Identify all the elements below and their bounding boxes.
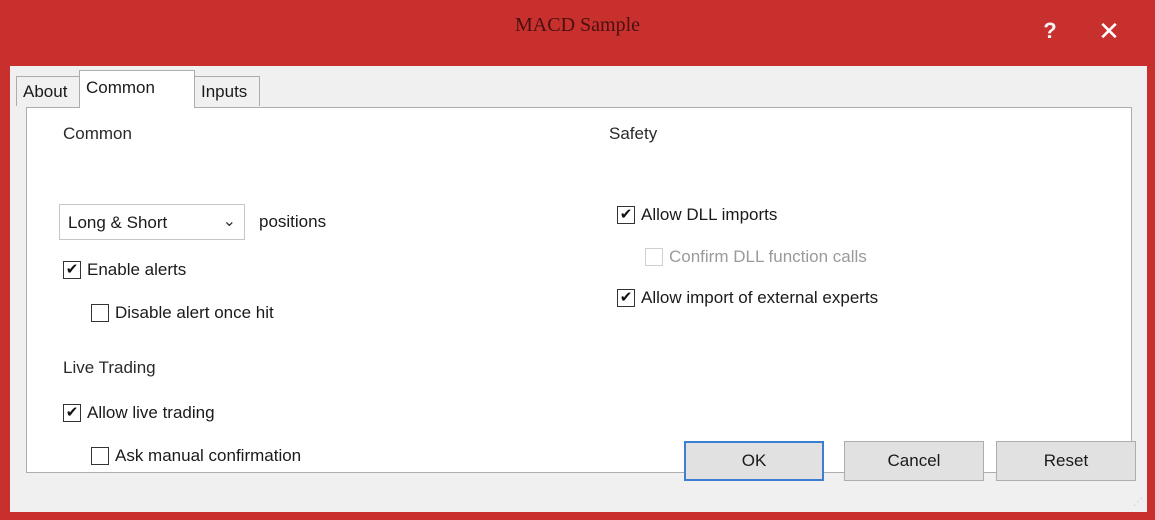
positions-label: positions (259, 212, 327, 231)
chevron-down-icon: ⌄ (222, 213, 236, 230)
title-bar[interactable]: MACD Sample ? ✕ (0, 0, 1155, 66)
window-title: MACD Sample (515, 14, 640, 36)
tab-common[interactable]: Common (79, 70, 195, 108)
checkmark-icon: ✔ (617, 206, 635, 224)
checkmark-icon: ✔ (617, 289, 635, 307)
tab-inputs[interactable]: Inputs (194, 76, 260, 106)
allow-import-external-experts-label: Allow import of external experts (641, 288, 879, 307)
checkmark-icon: ✔ (63, 404, 81, 422)
common-heading: Common (63, 124, 132, 143)
help-button[interactable]: ? (1030, 16, 1070, 50)
ok-button[interactable]: OK (684, 441, 824, 481)
positions-select[interactable]: Long & Short ⌄ (59, 204, 245, 240)
checkbox-empty-icon (645, 248, 663, 266)
checkmark-icon: ✔ (63, 261, 81, 279)
live-trading-heading: Live Trading (63, 358, 156, 377)
enable-alerts-label: Enable alerts (87, 260, 187, 279)
tab-about[interactable]: About (16, 76, 80, 106)
reset-button[interactable]: Reset (996, 441, 1136, 481)
close-button[interactable]: ✕ (1084, 14, 1134, 50)
checkbox-empty-icon (91, 304, 109, 322)
dialog-window: MACD Sample ? ✕ About Common Inputs Comm… (0, 0, 1155, 520)
safety-heading: Safety (609, 124, 658, 143)
resize-grip-icon[interactable]: ⋰ (1133, 497, 1143, 508)
common-tab-panel: Common Long & Short ⌄ positions ✔ Enable… (26, 107, 1132, 473)
allow-dll-imports-label: Allow DLL imports (641, 205, 778, 224)
ask-manual-confirmation-label: Ask manual confirmation (115, 446, 302, 465)
cancel-button[interactable]: Cancel (844, 441, 984, 481)
allow-live-trading-label: Allow live trading (87, 403, 215, 422)
confirm-dll-function-calls-label: Confirm DLL function calls (669, 247, 867, 266)
positions-select-value: Long & Short (68, 213, 168, 232)
checkbox-empty-icon (91, 447, 109, 465)
disable-alert-once-hit-label: Disable alert once hit (115, 303, 274, 322)
dialog-client-area: About Common Inputs Common Long & Short … (10, 66, 1147, 512)
